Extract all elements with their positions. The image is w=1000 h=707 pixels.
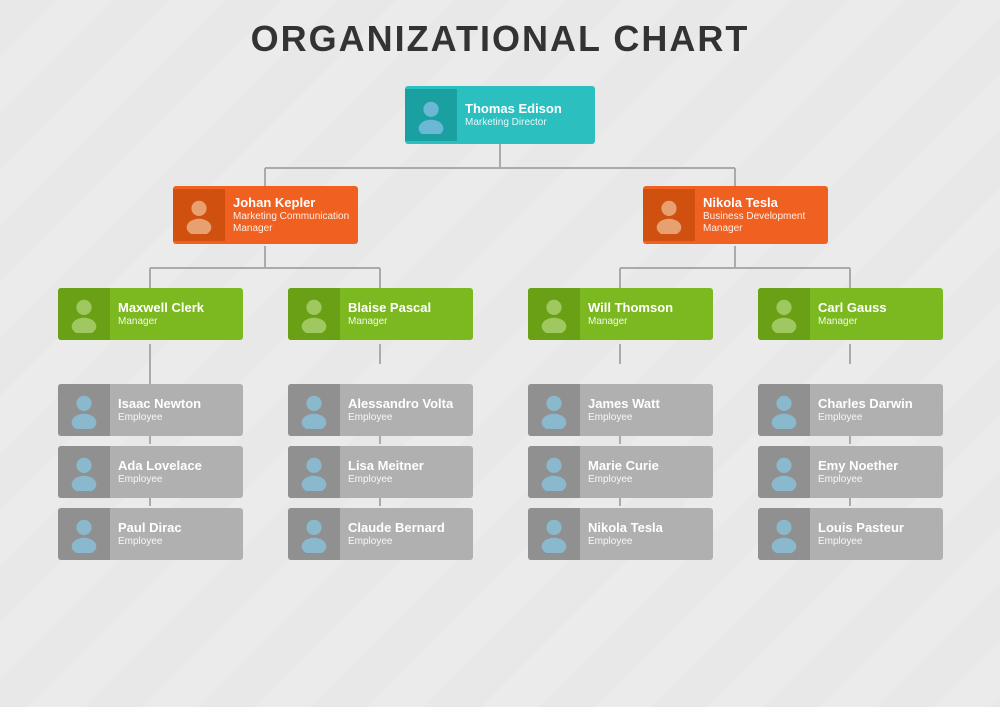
avatar-charles-darwin — [758, 384, 810, 436]
avatar-thomas-edison — [405, 89, 457, 141]
role-ada-lovelace: Employee — [118, 474, 235, 486]
role-alessandro-volta: Employee — [348, 412, 465, 424]
role-charles-darwin: Employee — [818, 412, 935, 424]
name-nikola-tesla-mgr: Nikola Tesla — [703, 195, 820, 211]
node-paul-dirac: Paul Dirac Employee — [58, 508, 243, 560]
avatar-carl-gauss — [758, 288, 810, 340]
node-thomas-edison: Thomas Edison Marketing Director — [405, 86, 595, 144]
role-maxwell-clerk: Manager — [118, 316, 235, 328]
role-thomas-edison: Marketing Director — [465, 117, 587, 129]
name-nikola-tesla-emp: Nikola Tesla — [588, 520, 705, 536]
node-nikola-tesla-mgr: Nikola Tesla Business Development Manage… — [643, 186, 828, 244]
avatar-nikola-tesla-emp — [528, 508, 580, 560]
name-will-thomson: Will Thomson — [588, 300, 705, 316]
avatar-will-thomson — [528, 288, 580, 340]
name-alessandro-volta: Alessandro Volta — [348, 396, 465, 412]
avatar-isaac-newton — [58, 384, 110, 436]
name-emy-noether: Emy Noether — [818, 458, 935, 474]
name-blaise-pascal: Blaise Pascal — [348, 300, 465, 316]
name-thomas-edison: Thomas Edison — [465, 101, 587, 117]
avatar-maxwell-clerk — [58, 288, 110, 340]
name-ada-lovelace: Ada Lovelace — [118, 458, 235, 474]
name-carl-gauss: Carl Gauss — [818, 300, 935, 316]
name-james-watt: James Watt — [588, 396, 705, 412]
name-charles-darwin: Charles Darwin — [818, 396, 935, 412]
node-louis-pasteur: Louis Pasteur Employee — [758, 508, 943, 560]
role-will-thomson: Manager — [588, 316, 705, 328]
node-ada-lovelace: Ada Lovelace Employee — [58, 446, 243, 498]
node-nikola-tesla-emp: Nikola Tesla Employee — [528, 508, 713, 560]
role-isaac-newton: Employee — [118, 412, 235, 424]
node-charles-darwin: Charles Darwin Employee — [758, 384, 943, 436]
role-emy-noether: Employee — [818, 474, 935, 486]
role-james-watt: Employee — [588, 412, 705, 424]
node-alessandro-volta: Alessandro Volta Employee — [288, 384, 473, 436]
node-johan-kepler: Johan Kepler Marketing Communication Man… — [173, 186, 358, 244]
node-claude-bernard: Claude Bernard Employee — [288, 508, 473, 560]
role-carl-gauss: Manager — [818, 316, 935, 328]
avatar-claude-bernard — [288, 508, 340, 560]
node-emy-noether: Emy Noether Employee — [758, 446, 943, 498]
role-blaise-pascal: Manager — [348, 316, 465, 328]
avatar-paul-dirac — [58, 508, 110, 560]
node-carl-gauss: Carl Gauss Manager — [758, 288, 943, 340]
avatar-nikola-tesla-mgr — [643, 189, 695, 241]
name-johan-kepler: Johan Kepler — [233, 195, 350, 211]
role-johan-kepler: Marketing Communication Manager — [233, 211, 350, 235]
avatar-alessandro-volta — [288, 384, 340, 436]
name-claude-bernard: Claude Bernard — [348, 520, 465, 536]
role-nikola-tesla-emp: Employee — [588, 536, 705, 548]
node-blaise-pascal: Blaise Pascal Manager — [288, 288, 473, 340]
avatar-marie-curie — [528, 446, 580, 498]
avatar-emy-noether — [758, 446, 810, 498]
name-lisa-meitner: Lisa Meitner — [348, 458, 465, 474]
role-louis-pasteur: Employee — [818, 536, 935, 548]
avatar-james-watt — [528, 384, 580, 436]
role-marie-curie: Employee — [588, 474, 705, 486]
name-isaac-newton: Isaac Newton — [118, 396, 235, 412]
avatar-ada-lovelace — [58, 446, 110, 498]
role-nikola-tesla-mgr: Business Development Manager — [703, 211, 820, 235]
node-will-thomson: Will Thomson Manager — [528, 288, 713, 340]
avatar-lisa-meitner — [288, 446, 340, 498]
avatar-blaise-pascal — [288, 288, 340, 340]
role-paul-dirac: Employee — [118, 536, 235, 548]
node-isaac-newton: Isaac Newton Employee — [58, 384, 243, 436]
avatar-louis-pasteur — [758, 508, 810, 560]
name-maxwell-clerk: Maxwell Clerk — [118, 300, 235, 316]
role-lisa-meitner: Employee — [348, 474, 465, 486]
name-marie-curie: Marie Curie — [588, 458, 705, 474]
avatar-johan-kepler — [173, 189, 225, 241]
node-lisa-meitner: Lisa Meitner Employee — [288, 446, 473, 498]
role-claude-bernard: Employee — [348, 536, 465, 548]
name-louis-pasteur: Louis Pasteur — [818, 520, 935, 536]
name-paul-dirac: Paul Dirac — [118, 520, 235, 536]
node-james-watt: James Watt Employee — [528, 384, 713, 436]
page-title: ORGANIZATIONAL CHART — [251, 18, 750, 60]
node-marie-curie: Marie Curie Employee — [528, 446, 713, 498]
node-maxwell-clerk: Maxwell Clerk Manager — [58, 288, 243, 340]
